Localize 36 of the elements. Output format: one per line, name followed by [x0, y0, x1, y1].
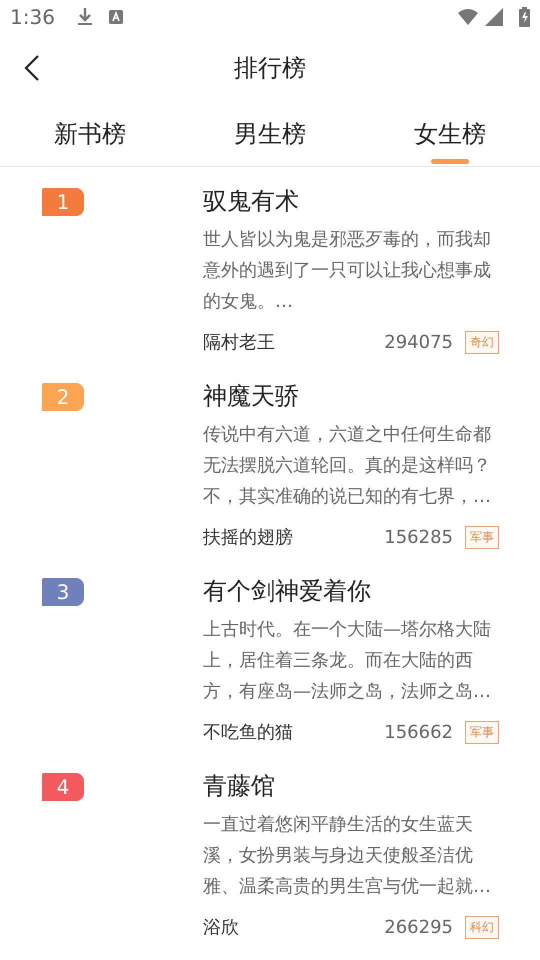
- download-icon: [76, 7, 93, 27]
- author-name: 扶摇的翅膀: [203, 526, 294, 549]
- book-title[interactable]: 有个剑神爱着你: [203, 574, 499, 608]
- genre-tag: 军事: [465, 720, 499, 744]
- author-name: 不吃鱼的猫: [203, 721, 294, 744]
- signal-icon: [485, 8, 503, 26]
- rank-badge: 3: [42, 578, 84, 606]
- book-description: 一直过着悠闲平静生活的女生蓝天溪，女扮男装与身边天使般圣洁优雅、温柔高贵的男生宫与优一起就…: [203, 813, 492, 899]
- tab[interactable]: 女生榜: [360, 102, 540, 166]
- book-title[interactable]: 驭鬼有术: [203, 184, 499, 218]
- read-count: 294075: [384, 332, 453, 352]
- book-title[interactable]: 神魔天骄: [203, 379, 499, 413]
- book-title[interactable]: 青藤馆: [203, 769, 499, 803]
- tab[interactable]: 新书榜: [0, 102, 180, 166]
- read-count: 156662: [384, 722, 453, 742]
- notification-icon: [108, 10, 123, 24]
- author-name: 浴欣: [203, 916, 240, 939]
- genre-tag: 奇幻: [465, 330, 499, 354]
- status-time: 1:36: [10, 5, 55, 29]
- read-count: 156285: [384, 526, 453, 548]
- page-title: 排行榜: [234, 53, 306, 84]
- tab-indicator: [431, 159, 469, 164]
- genre-tag: 军事: [465, 526, 499, 548]
- book-description: 上古时代。在一个大陆—塔尔格大陆上，居住着三条龙。而在大陆的西方，有座岛—法师之岛，法师之岛…: [203, 618, 492, 704]
- rank-badge: 2: [42, 383, 84, 411]
- book-description: 世人皆以为鬼是邪恶歹毒的，而我却意外的遇到了一只可以让我心想事成的女鬼。…: [203, 228, 492, 314]
- rank-badge: 1: [42, 188, 84, 216]
- wifi-icon: [457, 8, 479, 26]
- battery-icon: [519, 7, 530, 27]
- author-name: 隔村老王: [203, 331, 276, 354]
- genre-tag: 科幻: [465, 916, 499, 938]
- tab[interactable]: 男生榜: [180, 102, 360, 166]
- read-count: 266295: [384, 916, 453, 938]
- back-icon[interactable]: [24, 54, 40, 82]
- book-description: 传说中有六道，六道之中任何生命都无法摆脱六道轮回。真的是这样吗？不，其实准确的说已知的有七界，…: [203, 423, 492, 509]
- rank-badge: 4: [42, 773, 84, 801]
